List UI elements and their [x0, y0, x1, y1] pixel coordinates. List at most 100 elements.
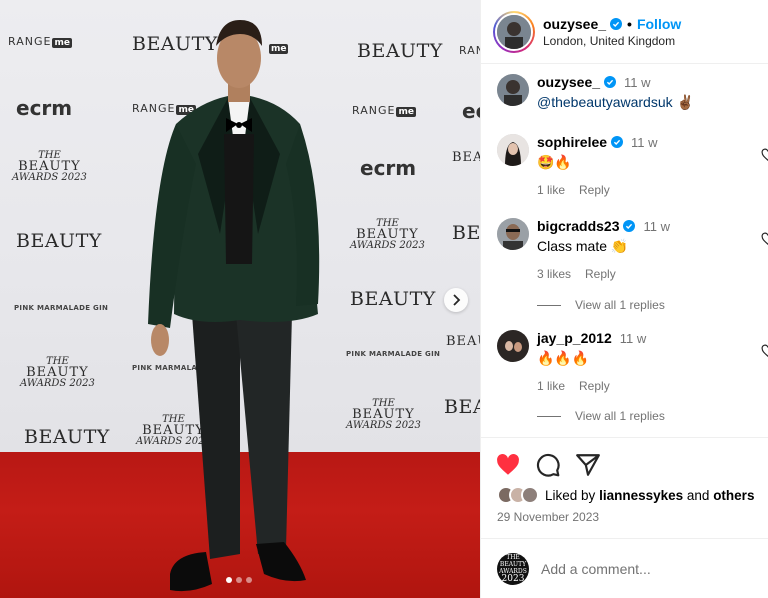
heart-icon[interactable] [495, 452, 521, 478]
liker-avatar [521, 486, 539, 504]
comment-like-icon[interactable] [761, 344, 768, 358]
backdrop-logo-awards: BEAUTY [446, 334, 480, 349]
caption-avatar[interactable] [497, 74, 529, 106]
comment-reply-button[interactable]: Reply [579, 183, 610, 197]
caption-avatar-photo [497, 74, 529, 106]
replies-divider [537, 304, 561, 306]
comment-username[interactable]: bigcradds23 [537, 218, 619, 234]
post-photo[interactable]: RANGEme BEAUTY me BEAUTY RANGE ecrm RANG… [0, 0, 480, 598]
comment-like-icon[interactable] [761, 148, 768, 162]
liked-by-prefix: Liked by [545, 487, 596, 503]
backdrop-logo-ecrm: ecrm [462, 99, 480, 123]
comment-item: bigcradds23 11 w Class mate 👏 3 likes Re… [497, 218, 768, 281]
backdrop-logo-awards: THE BEAUTY AWARDS 2023 [346, 398, 421, 431]
backdrop-logo-beauty: BEAUTY [444, 396, 480, 418]
caption-time[interactable]: 11 w [624, 75, 651, 90]
replies-divider [537, 415, 561, 417]
caption-username[interactable]: ouzysee_ [537, 74, 600, 90]
carousel-dot[interactable] [246, 577, 252, 583]
comment-item: sophirelee 11 w 🤩🔥 1 like Reply [497, 134, 768, 197]
backdrop-logo-gin: PINK MARMALADE GIN [14, 304, 109, 312]
post-date[interactable]: 29 November 2023 [497, 510, 599, 524]
backdrop-logo-awards: THE BEAUTY AWARDS 2023 [20, 356, 95, 389]
comment-like-icon[interactable] [761, 232, 768, 246]
backdrop-logo-range: RANGE [459, 44, 480, 57]
backdrop-logo-beauty: BEAUTY [16, 230, 102, 252]
comment-text: Class mate 👏 [537, 238, 629, 254]
comments-list[interactable]: ouzysee_ 11 w @thebeautyawardsuk ✌🏾 soph… [481, 64, 768, 438]
backdrop-logo-awards: THE BEAUTY AWARDS 2023 [350, 218, 425, 251]
backdrop-logo-gin: PINK MARMALADE GIN [346, 350, 441, 358]
view-replies-button[interactable]: View all 1 replies [537, 409, 665, 423]
backdrop-logo-awards: BEAUTY [452, 150, 480, 165]
comment-avatar[interactable] [497, 218, 529, 250]
view-replies-label: View all 1 replies [575, 298, 665, 312]
comment-likes[interactable]: 3 likes [537, 267, 571, 281]
comment-likes[interactable]: 1 like [537, 183, 565, 197]
caption-emoji: ✌🏾 [676, 94, 694, 110]
comment-bubble-icon[interactable] [535, 452, 561, 478]
verified-badge-icon [623, 220, 636, 232]
chevron-right-icon [453, 294, 461, 306]
backdrop-logo-beauty: BEAUTY [357, 40, 443, 62]
liked-by-others[interactable]: others [713, 488, 754, 503]
commenter-photo [497, 218, 529, 250]
comment-text: 🔥🔥🔥 [537, 350, 590, 366]
add-comment-bar: THE BEAUTY AWARDS 2023 [481, 538, 768, 598]
liked-by: Liked by liannessykes and others [497, 486, 754, 504]
backdrop-logo-ecrm: ecrm [16, 96, 73, 120]
follow-button[interactable]: Follow [637, 16, 681, 32]
backdrop-logo-awards: THE BEAUTY AWARDS 2023 [12, 150, 87, 183]
backdrop-logo-beauty: BEAUTY [452, 222, 480, 244]
caption-mention-link[interactable]: @thebeautyawardsuk [537, 94, 673, 110]
person-figure [148, 20, 320, 592]
comment-username[interactable]: sophirelee [537, 134, 607, 150]
brand-avatar-the: THE [506, 553, 520, 561]
post-location[interactable]: London, United Kingdom [543, 34, 681, 48]
post-side-panel: ouzysee_ • Follow London, United Kingdom… [480, 0, 768, 598]
backdrop-logo-beauty: BEAUTY [24, 426, 110, 448]
comment-avatar[interactable] [497, 330, 529, 362]
caption-text: @thebeautyawardsuk ✌🏾 [537, 94, 768, 111]
next-photo-button[interactable] [444, 288, 468, 312]
post-caption: ouzysee_ 11 w @thebeautyawardsuk ✌🏾 [497, 74, 768, 111]
view-replies-button[interactable]: View all 1 replies [537, 298, 665, 312]
comment-likes[interactable]: 1 like [537, 379, 565, 393]
comment-text: 🤩🔥 [537, 154, 572, 170]
comment-time[interactable]: 11 w [631, 135, 658, 150]
verified-badge-icon [611, 136, 624, 148]
comment-reply-button[interactable]: Reply [579, 379, 610, 393]
verified-badge-icon [604, 76, 617, 88]
author-avatar[interactable] [493, 10, 535, 53]
backdrop-logo-ecrm: ecrm [360, 156, 417, 180]
carousel-dot[interactable] [236, 577, 242, 583]
brand-avatar-beauty: BEAUTY [499, 560, 527, 568]
verified-badge-icon [610, 17, 623, 30]
author-username[interactable]: ouzysee_ [543, 16, 606, 32]
post-header: ouzysee_ • Follow London, United Kingdom [481, 0, 768, 64]
comment-time[interactable]: 11 w [643, 219, 670, 234]
comment-username[interactable]: jay_p_2012 [537, 330, 612, 346]
liked-by-avatars[interactable] [497, 486, 539, 504]
liked-by-and: and [686, 487, 710, 503]
comment-time[interactable]: 11 w [620, 331, 647, 346]
comment-reply-button[interactable]: Reply [585, 267, 616, 281]
paper-plane-icon[interactable] [575, 452, 601, 478]
carousel-dots [226, 577, 252, 583]
backdrop-logo-beauty: BEAUTY [350, 288, 436, 310]
brand-avatar-year: 2023 [501, 573, 525, 584]
view-replies-label: View all 1 replies [575, 409, 665, 423]
carousel-dot[interactable] [226, 577, 232, 583]
commenter-photo [497, 134, 529, 166]
commenter-photo [497, 330, 529, 362]
comment-avatar[interactable] [497, 134, 529, 166]
backdrop-logo-range: RANGE me [8, 35, 72, 48]
post-action-bar [495, 452, 601, 478]
add-comment-input[interactable] [541, 560, 741, 577]
liked-by-user[interactable]: liannessykes [599, 488, 683, 503]
separator-dot: • [627, 15, 632, 32]
current-user-avatar[interactable]: THE BEAUTY AWARDS 2023 [497, 552, 529, 585]
backdrop-logo-range: RANGE me [352, 104, 416, 117]
author-photo [497, 14, 531, 49]
comment-item: jay_p_2012 11 w 🔥🔥🔥 1 like Reply [497, 330, 768, 393]
